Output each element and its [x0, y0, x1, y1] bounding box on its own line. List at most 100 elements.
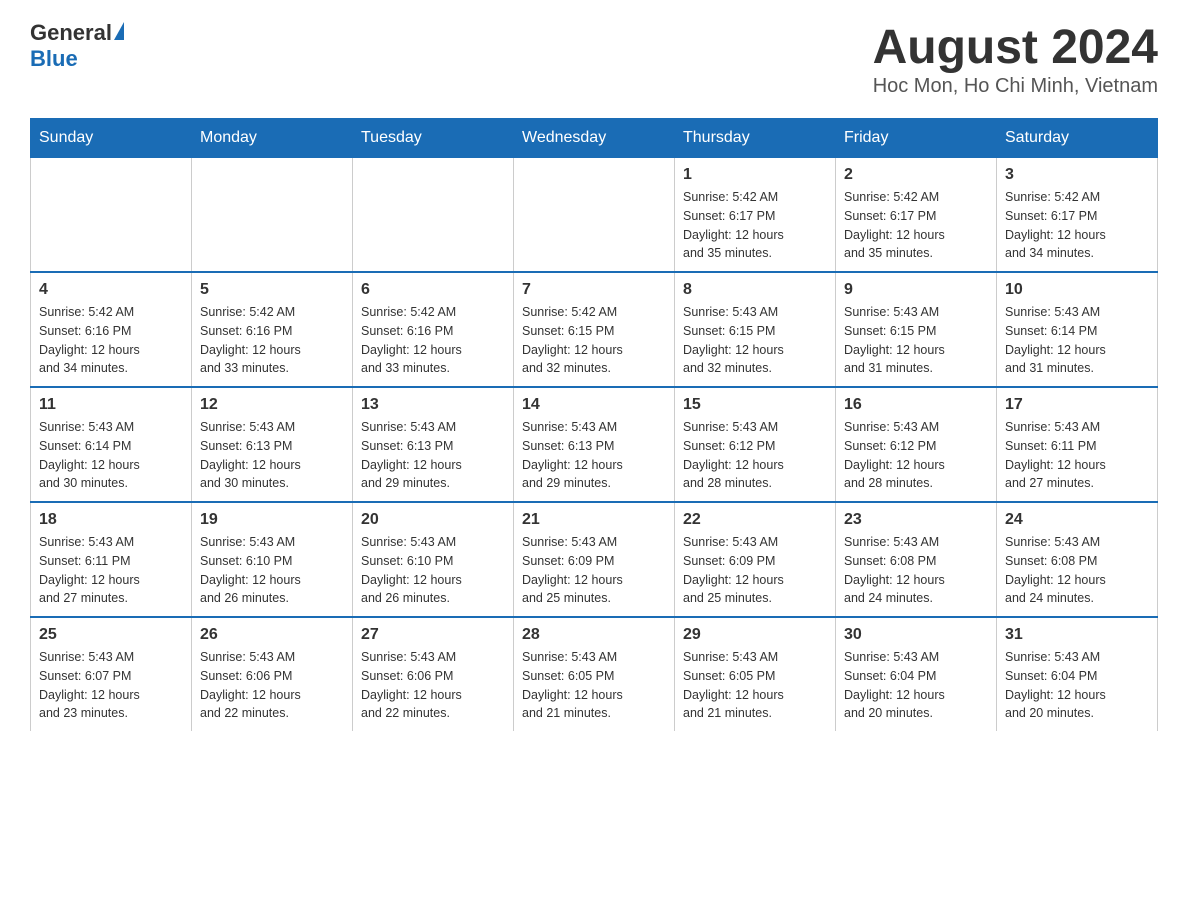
calendar-cell: 19Sunrise: 5:43 AMSunset: 6:10 PMDayligh… [192, 502, 353, 617]
day-number: 16 [844, 396, 988, 414]
calendar-week-row: 25 Sunrise: 5:43 AMSunset: 6:07 PMDayligh… [31, 617, 1158, 731]
day-number: 22 [683, 511, 827, 529]
weekday-header-saturday: Saturday [997, 119, 1158, 158]
day-info: Sunrise: 5:43 AMSunset: 6:08 PMDaylight:… [844, 533, 988, 608]
logo-general-text: General [30, 20, 112, 46]
day-info: Sunrise: 5:43 AMSunset: 6:14 PMDaylight:… [39, 418, 183, 493]
day-number: 13 [361, 396, 505, 414]
weekday-header-monday: Monday [192, 119, 353, 158]
day-info: Sunrise: 5:43 AMSunset: 6:04 PMDaylight:… [844, 648, 988, 723]
day-info: Sunrise: 5:42 AMSunset: 6:16 PMDaylight:… [39, 303, 183, 378]
calendar-cell: 20 Sunrise: 5:43 AMSunset: 6:10 PMDayligh… [353, 502, 514, 617]
calendar-cell [31, 158, 192, 273]
weekday-header-friday: Friday [836, 119, 997, 158]
day-info: Sunrise: 5:43 AMSunset: 6:11 PMDaylight:… [39, 533, 183, 608]
day-info: Sunrise: 5:43 AMSunset: 6:13 PMDaylight:… [361, 418, 505, 493]
day-number: 31 [1005, 626, 1149, 644]
day-number: 29 [683, 626, 827, 644]
calendar-cell: 22 Sunrise: 5:43 AMSunset: 6:09 PMDayligh… [675, 502, 836, 617]
logo: General Blue [30, 20, 124, 72]
day-info: Sunrise: 5:43 AMSunset: 6:13 PMDaylight:… [522, 418, 666, 493]
day-number: 5 [200, 281, 344, 299]
calendar-week-row: 1 Sunrise: 5:42 AMSunset: 6:17 PMDaylight… [31, 158, 1158, 273]
calendar-cell: 8Sunrise: 5:43 AMSunset: 6:15 PMDaylight… [675, 272, 836, 387]
day-number: 3 [1005, 166, 1149, 184]
day-number: 15 [683, 396, 827, 414]
calendar-cell: 1 Sunrise: 5:42 AMSunset: 6:17 PMDaylight… [675, 158, 836, 273]
calendar-cell: 30 Sunrise: 5:43 AMSunset: 6:04 PMDayligh… [836, 617, 997, 731]
day-number: 7 [522, 281, 666, 299]
calendar-cell: 9 Sunrise: 5:43 AMSunset: 6:15 PMDaylight… [836, 272, 997, 387]
day-number: 11 [39, 396, 183, 414]
day-number: 17 [1005, 396, 1149, 414]
day-number: 14 [522, 396, 666, 414]
title-block: August 2024 Hoc Mon, Ho Chi Minh, Vietna… [873, 20, 1158, 98]
calendar-cell: 14 Sunrise: 5:43 AMSunset: 6:13 PMDayligh… [514, 387, 675, 502]
calendar-cell: 26 Sunrise: 5:43 AMSunset: 6:06 PMDayligh… [192, 617, 353, 731]
day-info: Sunrise: 5:43 AMSunset: 6:05 PMDaylight:… [683, 648, 827, 723]
weekday-header-sunday: Sunday [31, 119, 192, 158]
day-number: 1 [683, 166, 827, 184]
location-subtitle: Hoc Mon, Ho Chi Minh, Vietnam [873, 75, 1158, 98]
day-info: Sunrise: 5:43 AMSunset: 6:14 PMDaylight:… [1005, 303, 1149, 378]
month-year-title: August 2024 [873, 20, 1158, 75]
day-info: Sunrise: 5:42 AMSunset: 6:15 PMDaylight:… [522, 303, 666, 378]
day-number: 26 [200, 626, 344, 644]
calendar-cell: 28Sunrise: 5:43 AMSunset: 6:05 PMDayligh… [514, 617, 675, 731]
day-number: 30 [844, 626, 988, 644]
calendar-cell: 17 Sunrise: 5:43 AMSunset: 6:11 PMDayligh… [997, 387, 1158, 502]
day-info: Sunrise: 5:42 AMSunset: 6:17 PMDaylight:… [683, 188, 827, 263]
day-number: 23 [844, 511, 988, 529]
day-number: 10 [1005, 281, 1149, 299]
day-info: Sunrise: 5:43 AMSunset: 6:06 PMDaylight:… [200, 648, 344, 723]
calendar-cell [192, 158, 353, 273]
day-info: Sunrise: 5:43 AMSunset: 6:05 PMDaylight:… [522, 648, 666, 723]
day-info: Sunrise: 5:43 AMSunset: 6:08 PMDaylight:… [1005, 533, 1149, 608]
weekday-header-row: SundayMondayTuesdayWednesdayThursdayFrid… [31, 119, 1158, 158]
calendar-cell: 5 Sunrise: 5:42 AMSunset: 6:16 PMDaylight… [192, 272, 353, 387]
calendar-cell: 18 Sunrise: 5:43 AMSunset: 6:11 PMDayligh… [31, 502, 192, 617]
day-info: Sunrise: 5:43 AMSunset: 6:06 PMDaylight:… [361, 648, 505, 723]
day-info: Sunrise: 5:43 AMSunset: 6:07 PMDaylight:… [39, 648, 183, 723]
page-header: General Blue August 2024 Hoc Mon, Ho Chi… [30, 20, 1158, 98]
day-number: 18 [39, 511, 183, 529]
calendar-week-row: 18 Sunrise: 5:43 AMSunset: 6:11 PMDayligh… [31, 502, 1158, 617]
day-number: 25 [39, 626, 183, 644]
calendar-cell: 2Sunrise: 5:42 AMSunset: 6:17 PMDaylight… [836, 158, 997, 273]
day-info: Sunrise: 5:42 AMSunset: 6:16 PMDaylight:… [200, 303, 344, 378]
day-info: Sunrise: 5:43 AMSunset: 6:15 PMDaylight:… [844, 303, 988, 378]
calendar-cell: 24Sunrise: 5:43 AMSunset: 6:08 PMDayligh… [997, 502, 1158, 617]
day-info: Sunrise: 5:43 AMSunset: 6:10 PMDaylight:… [361, 533, 505, 608]
calendar-cell: 12Sunrise: 5:43 AMSunset: 6:13 PMDayligh… [192, 387, 353, 502]
calendar-cell: 4 Sunrise: 5:42 AMSunset: 6:16 PMDaylight… [31, 272, 192, 387]
day-number: 4 [39, 281, 183, 299]
logo-triangle-icon [114, 22, 124, 40]
day-info: Sunrise: 5:43 AMSunset: 6:11 PMDaylight:… [1005, 418, 1149, 493]
day-info: Sunrise: 5:42 AMSunset: 6:17 PMDaylight:… [1005, 188, 1149, 263]
calendar-cell [514, 158, 675, 273]
day-info: Sunrise: 5:43 AMSunset: 6:09 PMDaylight:… [522, 533, 666, 608]
day-info: Sunrise: 5:43 AMSunset: 6:10 PMDaylight:… [200, 533, 344, 608]
calendar-cell: 15 Sunrise: 5:43 AMSunset: 6:12 PMDayligh… [675, 387, 836, 502]
day-info: Sunrise: 5:43 AMSunset: 6:12 PMDaylight:… [683, 418, 827, 493]
day-number: 20 [361, 511, 505, 529]
calendar-cell: 7 Sunrise: 5:42 AMSunset: 6:15 PMDaylight… [514, 272, 675, 387]
day-info: Sunrise: 5:43 AMSunset: 6:09 PMDaylight:… [683, 533, 827, 608]
calendar-cell: 23 Sunrise: 5:43 AMSunset: 6:08 PMDayligh… [836, 502, 997, 617]
calendar-cell: 13 Sunrise: 5:43 AMSunset: 6:13 PMDayligh… [353, 387, 514, 502]
calendar-cell: 21Sunrise: 5:43 AMSunset: 6:09 PMDayligh… [514, 502, 675, 617]
day-info: Sunrise: 5:42 AMSunset: 6:16 PMDaylight:… [361, 303, 505, 378]
calendar-cell: 16Sunrise: 5:43 AMSunset: 6:12 PMDayligh… [836, 387, 997, 502]
weekday-header-thursday: Thursday [675, 119, 836, 158]
calendar-cell [353, 158, 514, 273]
calendar-cell: 25 Sunrise: 5:43 AMSunset: 6:07 PMDayligh… [31, 617, 192, 731]
day-number: 6 [361, 281, 505, 299]
day-number: 9 [844, 281, 988, 299]
day-info: Sunrise: 5:43 AMSunset: 6:15 PMDaylight:… [683, 303, 827, 378]
day-number: 27 [361, 626, 505, 644]
day-info: Sunrise: 5:43 AMSunset: 6:04 PMDaylight:… [1005, 648, 1149, 723]
day-info: Sunrise: 5:43 AMSunset: 6:13 PMDaylight:… [200, 418, 344, 493]
calendar-cell: 3 Sunrise: 5:42 AMSunset: 6:17 PMDaylight… [997, 158, 1158, 273]
calendar-cell: 11 Sunrise: 5:43 AMSunset: 6:14 PMDayligh… [31, 387, 192, 502]
calendar-cell: 10 Sunrise: 5:43 AMSunset: 6:14 PMDayligh… [997, 272, 1158, 387]
